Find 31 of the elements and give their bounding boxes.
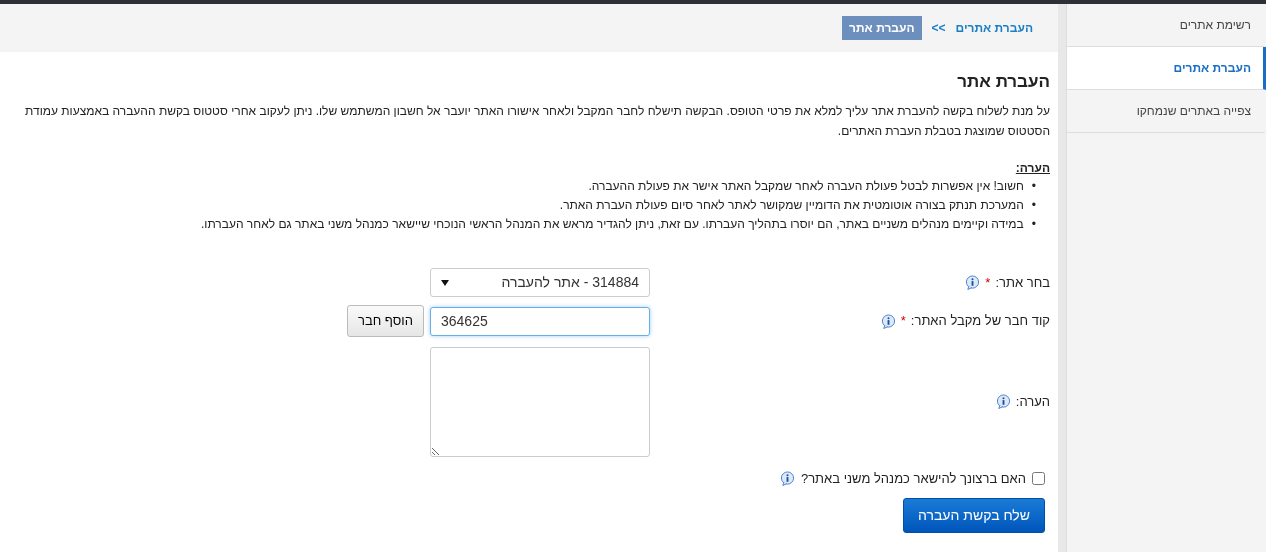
- info-icon[interactable]: [965, 275, 981, 291]
- sidebar-item[interactable]: צפייה באתרים שנמחקו: [1067, 90, 1266, 133]
- site-dropdown[interactable]: 314884 - אתר להעברה: [430, 268, 650, 298]
- note-heading: הערה:: [1014, 160, 1050, 178]
- caret-icon: [441, 279, 449, 286]
- submit-button[interactable]: שלח בקשת העברה: [903, 498, 1045, 534]
- bullet-marker: •: [1031, 178, 1036, 196]
- info-icon[interactable]: [779, 471, 795, 487]
- add-member-button[interactable]: הוסף חבר: [347, 305, 424, 337]
- stay-admin-checkbox[interactable]: [1032, 472, 1045, 486]
- breadcrumb-separator: >>: [931, 20, 946, 37]
- field-label: קוד חבר של מקבל האתר:: [910, 312, 1050, 331]
- member-code-field[interactable]: 364625: [430, 306, 650, 336]
- field-label: הערה:: [1015, 393, 1050, 412]
- bullet-marker: •: [1031, 216, 1036, 234]
- breadcrumb-current: העברת אתר: [842, 16, 922, 40]
- breadcrumb-link[interactable]: העברת אתרים: [955, 19, 1033, 37]
- required-mark: *: [985, 274, 991, 293]
- page-title: העברת אתר: [956, 72, 1050, 93]
- required-mark: *: [900, 312, 906, 331]
- intro-paragraph: על מנת לשלוח בקשה להעברת אתר עליך למלא את פרטי הטופס. הבקשה תישלח לחבר המקבל ולאחר אישורו האתר יועבר אל חשבון המשתמש שלו. ניתן לעקוב אחרי סטטוס בקשת ההעברה באמצעות עמודת הסטטוס שמוצגת בטבלת העברת האתרים.: [24, 103, 1050, 141]
- checkbox-label: האם ברצונך להישאר כמנהל משני באתר?: [800, 469, 1026, 488]
- note-item: חשוב! אין אפשרות לבטל פעולת העברה לאחר שמקבל האתר אישר את פעולת ההעברה.: [588, 178, 1024, 196]
- info-icon[interactable]: [995, 394, 1011, 410]
- info-icon[interactable]: [880, 313, 896, 329]
- bullet-marker: •: [1031, 197, 1036, 215]
- note-item: המערכת תנתק בצורה אוטומטית את הדומיין שמקושר לאתר לאחר סיום פעולת העברת האתר.: [559, 197, 1024, 215]
- note-item: במידה וקיימים מנהלים משניים באתר, הם יוסרו בתהליך העברתו. עם זאת, ניתן להגדיר מראש את המנהל הראשי הנוכחי שיישאר כמנהל משני באתר גם לאחר העברתו.: [200, 216, 1024, 234]
- sidebar-item[interactable]: העברת אתרים: [1067, 47, 1266, 90]
- comment-field[interactable]: [430, 346, 650, 457]
- field-label: בחר אתר:: [995, 274, 1050, 293]
